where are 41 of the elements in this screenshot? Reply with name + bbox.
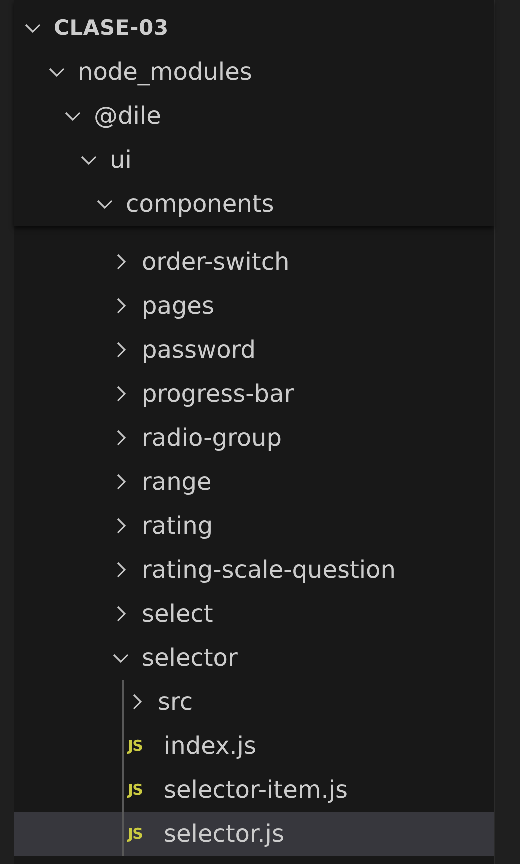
file-name: range (142, 468, 212, 496)
file-name: ui (110, 146, 132, 174)
folder-item[interactable]: rating-scale-question (14, 548, 494, 592)
file-name: index.js (164, 732, 256, 760)
file-name: select (142, 600, 214, 628)
folder-item[interactable]: progress-bar (14, 372, 494, 416)
file-name: order-switch (142, 248, 290, 276)
file-item[interactable]: JS selector-item.js (14, 768, 494, 812)
file-name: CLASE-03 (54, 16, 169, 40)
folder-item[interactable]: src (14, 680, 494, 724)
file-item[interactable]: JS selector.js (14, 812, 494, 856)
folder-item[interactable]: radio-group (14, 416, 494, 460)
folder-item[interactable]: components (14, 182, 494, 226)
file-name: rating (142, 512, 214, 540)
file-name: radio-group (142, 424, 282, 452)
javascript-file-icon: JS (128, 737, 152, 755)
folder-item[interactable]: select (14, 592, 494, 636)
file-name: progress-bar (142, 380, 294, 408)
file-name: password (142, 336, 256, 364)
file-name: selector (142, 644, 238, 672)
folder-item[interactable]: @dile (14, 94, 494, 138)
folder-item[interactable]: rating (14, 504, 494, 548)
folder-item[interactable]: range (14, 460, 494, 504)
javascript-file-icon: JS (128, 781, 152, 799)
file-name: rating-scale-question (142, 556, 396, 584)
folder-item[interactable]: order-switch (14, 240, 494, 284)
file-item[interactable]: JS index.js (14, 724, 494, 768)
folder-item[interactable]: pages (14, 284, 494, 328)
folder-item[interactable]: ui (14, 138, 494, 182)
folder-item[interactable]: selector (14, 636, 494, 680)
file-name: node_modules (78, 58, 252, 86)
file-name: selector.js (164, 820, 284, 848)
file-name: src (158, 688, 194, 716)
folder-item[interactable]: CLASE-03 (14, 6, 494, 50)
folder-item[interactable]: password (14, 328, 494, 372)
file-name: @dile (94, 102, 162, 130)
file-name: pages (142, 292, 214, 320)
folder-item[interactable]: node_modules (14, 50, 494, 94)
file-name: components (126, 190, 274, 218)
javascript-file-icon: JS (128, 825, 152, 843)
file-name: selector-item.js (164, 776, 348, 804)
